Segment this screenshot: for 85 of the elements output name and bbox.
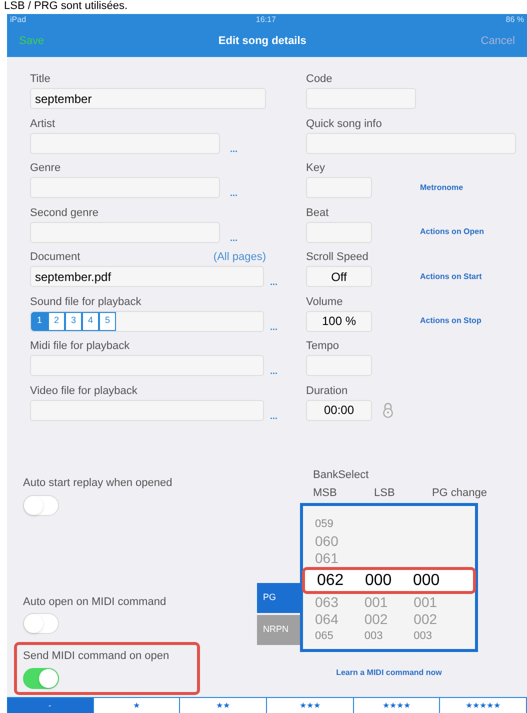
field-label: Quick song info [306, 118, 383, 130]
text-field[interactable] [30, 177, 220, 198]
picker-value: 003 [364, 629, 384, 644]
text-field[interactable] [30, 400, 264, 420]
text-field[interactable] [30, 132, 220, 154]
field-label: Beat [306, 206, 330, 220]
more-button[interactable]: ... [270, 278, 278, 287]
rating-tab[interactable]: - [7, 698, 94, 713]
learn-midi-link[interactable]: Learn a MIDI command now [300, 667, 478, 679]
text-field[interactable] [306, 177, 372, 198]
midi-picker[interactable]: 059 060 061 062 000 000 063 001 001 064 002 002 065 003 003 [300, 503, 478, 652]
text-field[interactable] [306, 132, 516, 154]
action-link[interactable]: Actions on Open [420, 226, 484, 238]
text-field[interactable] [306, 355, 372, 376]
action-link[interactable]: Actions on Start [420, 270, 482, 282]
more-button[interactable]: ... [230, 144, 238, 154]
picker-value: 064 [315, 610, 340, 629]
sound-file-field[interactable]: 1 2 3 4 5 [30, 310, 264, 332]
picker-value: 001 [364, 593, 389, 612]
toggle-switch[interactable] [23, 494, 59, 516]
picker-value: 002 [414, 610, 438, 629]
more-button[interactable]: ... [270, 367, 278, 376]
text-field[interactable] [30, 355, 264, 376]
text-field[interactable] [306, 222, 372, 242]
picker-value: 000 [413, 570, 441, 590]
column-header: MSB [313, 486, 337, 500]
toggle-label: Send MIDI command on open [23, 649, 170, 664]
field-label: Volume [306, 296, 344, 308]
all-pages-link[interactable]: (All pages) [213, 251, 266, 264]
picker-value: 002 [364, 610, 389, 629]
picker-value: 061 [315, 549, 340, 568]
field-label: Second genre [30, 206, 98, 220]
column-header: LSB [374, 486, 395, 500]
track-segment[interactable]: 5 [99, 312, 116, 330]
picker-value: 063 [315, 593, 340, 612]
mode-button[interactable]: PG [257, 583, 300, 613]
text-field[interactable] [306, 88, 416, 109]
text-field[interactable]: Off [306, 266, 372, 287]
track-segment[interactable]: 1 [31, 312, 48, 330]
field-label: Duration [306, 384, 349, 398]
toggle-label: Auto open on MIDI command [23, 594, 168, 610]
battery-text: 86 % [506, 14, 524, 26]
field-label: Title [30, 73, 50, 86]
toggle-label: Auto start replay when opened [23, 476, 174, 491]
window-title: Edit song details [218, 34, 306, 50]
text-field[interactable]: september.pdf [30, 266, 264, 287]
more-button[interactable]: ... [230, 234, 238, 242]
field-label: Sound file for playback [30, 296, 142, 308]
field-label: Code [306, 73, 334, 86]
picker-value: 001 [414, 593, 438, 612]
text-field[interactable]: 00:00 [306, 400, 372, 420]
track-segment[interactable]: 2 [48, 312, 65, 330]
field-label: Genre [30, 162, 61, 175]
picker-value: 003 [414, 629, 434, 644]
track-segment[interactable]: 3 [65, 312, 82, 330]
carrier-text: iPad [10, 14, 26, 26]
more-button[interactable]: ... [270, 412, 278, 420]
picker-value: 065 [315, 629, 334, 644]
toggle-switch[interactable] [23, 613, 59, 634]
text-field[interactable]: september [30, 88, 266, 109]
field-label: Midi file for playback [30, 340, 130, 353]
picker-value: 060 [315, 532, 340, 551]
caption-text: LSB / PRG sont utilisées. [4, 0, 128, 13]
text-field[interactable] [30, 222, 220, 242]
picker-value: 059 [315, 517, 334, 532]
field-label: Artist [30, 118, 56, 130]
toggle-switch[interactable] [23, 668, 59, 688]
mode-button[interactable]: NRPN [257, 615, 300, 645]
more-button[interactable]: ... [230, 189, 238, 198]
field-label: Video file for playback [30, 384, 138, 398]
bank-select-label: BankSelect [313, 468, 370, 483]
field-label: Key [306, 162, 326, 175]
picker-value: 062 [317, 570, 345, 590]
column-header: PG change [432, 486, 487, 500]
picker-value: 000 [365, 570, 393, 590]
field-label: Scroll Speed [306, 251, 370, 264]
action-link[interactable]: Actions on Stop [420, 315, 482, 327]
action-link[interactable]: Metronome [420, 182, 464, 194]
time-text: 16:17 [256, 14, 276, 26]
text-field[interactable]: 100 % [306, 310, 372, 332]
field-label: Tempo [306, 340, 340, 353]
field-label: Document [30, 251, 80, 264]
more-button[interactable]: ... [270, 322, 278, 332]
padlock-icon[interactable] [382, 402, 394, 418]
track-segment[interactable]: 4 [82, 312, 99, 330]
